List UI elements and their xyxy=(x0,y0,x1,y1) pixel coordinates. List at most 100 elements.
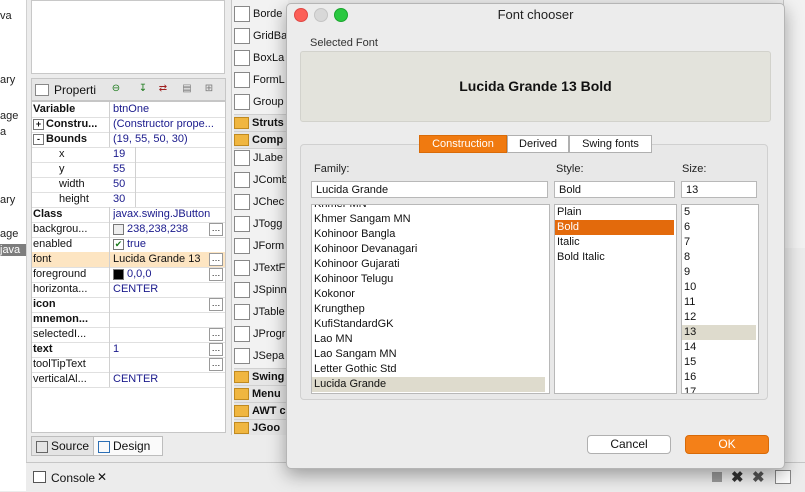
property-row[interactable]: horizonta... CENTER xyxy=(32,282,225,298)
ellipsis-button[interactable]: … xyxy=(209,328,223,341)
palette-item[interactable]: JLabe xyxy=(234,148,288,168)
property-row[interactable]: backgrou... 238,238,238… xyxy=(32,222,225,238)
style-item[interactable]: Italic xyxy=(555,235,674,250)
property-value[interactable]: CENTER xyxy=(113,282,225,297)
close-icon[interactable]: ✕ xyxy=(97,470,107,484)
family-item[interactable]: Lucida Grande xyxy=(312,377,545,392)
palette-item[interactable]: GridBa xyxy=(234,26,288,46)
style-list[interactable]: Plain Bold Italic Bold Italic xyxy=(554,204,677,394)
size-item[interactable]: 15 xyxy=(682,355,756,370)
property-row[interactable]: foreground 0,0,0… xyxy=(32,267,225,283)
remove-all-icon[interactable]: ✖ xyxy=(752,468,765,486)
size-item[interactable]: 8 xyxy=(682,250,756,265)
console-tab-label[interactable]: Console xyxy=(51,471,95,485)
ellipsis-button[interactable]: … xyxy=(209,223,223,236)
tab-source[interactable]: Source xyxy=(31,436,99,456)
property-row[interactable]: font Lucida Grande 13… xyxy=(32,252,225,268)
ellipsis-button[interactable]: … xyxy=(209,358,223,371)
left-strip-item[interactable]: ary xyxy=(0,74,15,86)
collapse-icon[interactable]: - xyxy=(33,133,44,145)
palette-item[interactable]: JSepa xyxy=(234,346,288,366)
family-item[interactable]: Kohinoor Telugu xyxy=(312,272,545,287)
family-item[interactable]: Kohinoor Gujarati xyxy=(312,257,545,272)
ellipsis-button[interactable]: … xyxy=(209,268,223,281)
style-item[interactable]: Bold Italic xyxy=(555,250,674,265)
property-value[interactable]: ✔ true xyxy=(113,237,225,252)
size-item[interactable]: 14 xyxy=(682,340,756,355)
style-item[interactable]: Bold xyxy=(555,220,674,235)
ok-button[interactable]: OK xyxy=(685,435,769,454)
property-row[interactable]: width 50 xyxy=(32,177,225,193)
property-row[interactable]: Variable btnOne xyxy=(32,102,225,118)
property-value[interactable]: javax.swing.JButton xyxy=(113,207,225,222)
property-value[interactable]: 50 xyxy=(113,177,225,192)
family-item[interactable]: KufiStandardGK xyxy=(312,317,545,332)
palette-item[interactable]: JTextF xyxy=(234,258,288,278)
size-item[interactable]: 6 xyxy=(682,220,756,235)
palette-item[interactable]: Borde xyxy=(234,4,288,24)
show-events-icon[interactable]: ⊖ xyxy=(109,82,123,96)
property-value[interactable]: 55 xyxy=(113,162,225,177)
palette-category[interactable]: AWT c xyxy=(234,402,288,420)
property-row[interactable]: - Bounds (19, 55, 50, 30) xyxy=(32,132,225,148)
left-strip-item[interactable]: a xyxy=(0,126,6,138)
family-field[interactable]: Lucida Grande xyxy=(311,181,548,198)
properties-tab-label[interactable]: Properti xyxy=(54,83,96,97)
palette-category[interactable]: Comp xyxy=(234,131,288,149)
property-value[interactable]: (19, 55, 50, 30) xyxy=(113,132,225,147)
console-menu-icon[interactable] xyxy=(775,470,791,484)
size-item[interactable]: 17 xyxy=(682,385,756,393)
family-list[interactable]: Khmer MN Khmer Sangam MN Kohinoor Bangla Ko… xyxy=(311,204,550,394)
tab-design[interactable]: Design xyxy=(93,436,163,456)
family-item[interactable]: Krungthep xyxy=(312,302,545,317)
style-field[interactable]: Bold xyxy=(554,181,675,198)
property-value[interactable]: 30 xyxy=(113,192,225,207)
palette-category[interactable]: Struts xyxy=(234,114,288,132)
property-row[interactable]: x 19 xyxy=(32,147,225,163)
property-row[interactable]: icon… xyxy=(32,297,225,313)
size-field[interactable]: 13 xyxy=(681,181,757,198)
property-value[interactable] xyxy=(113,312,225,327)
style-item[interactable]: Plain xyxy=(555,205,674,220)
family-item[interactable]: Lao MN xyxy=(312,332,545,347)
checkbox-icon[interactable]: ✔ xyxy=(113,238,124,250)
property-row[interactable]: verticalAl... CENTER xyxy=(32,372,225,388)
left-strip-item[interactable]: age xyxy=(0,228,18,240)
left-strip-item[interactable]: age xyxy=(0,110,18,122)
palette-category[interactable]: JGoo xyxy=(234,419,288,435)
expand-icon[interactable]: + xyxy=(33,118,44,130)
left-strip-item[interactable]: java xyxy=(0,244,26,256)
size-list[interactable]: 5 6 7 8 9 10 11 12 13 14 15 16 17 xyxy=(681,204,759,394)
size-item[interactable]: 12 xyxy=(682,310,756,325)
left-strip-item[interactable]: ary xyxy=(0,194,15,206)
palette-item[interactable]: JTogg xyxy=(234,214,288,234)
show-advanced-icon[interactable]: ▤ xyxy=(180,82,194,96)
property-row[interactable]: text 1… xyxy=(32,342,225,358)
palette-item[interactable]: JTable xyxy=(234,302,288,322)
property-value[interactable]: (Constructor prope... xyxy=(113,117,225,132)
tab-derived[interactable]: Derived xyxy=(507,135,569,153)
left-strip-item[interactable]: va xyxy=(0,10,12,22)
size-item[interactable]: 7 xyxy=(682,235,756,250)
palette-category[interactable]: Swing xyxy=(234,368,288,386)
palette-item[interactable]: JChec xyxy=(234,192,288,212)
family-item[interactable]: Kohinoor Devanagari xyxy=(312,242,545,257)
property-value[interactable]: 19 xyxy=(113,147,225,162)
palette-item[interactable]: JForm xyxy=(234,236,288,256)
size-item[interactable]: 11 xyxy=(682,295,756,310)
restore-default-icon[interactable]: ⊞ xyxy=(202,82,216,96)
palette-category[interactable]: Menu xyxy=(234,385,288,403)
family-item[interactable]: Letter Gothic Std xyxy=(312,362,545,377)
terminate-icon[interactable] xyxy=(712,472,722,482)
size-item[interactable]: 9 xyxy=(682,265,756,280)
tab-swing-fonts[interactable]: Swing fonts xyxy=(569,135,652,153)
palette-item[interactable]: JSpinn xyxy=(234,280,288,300)
cancel-button[interactable]: Cancel xyxy=(587,435,671,454)
property-row[interactable]: toolTipText… xyxy=(32,357,225,373)
ellipsis-button[interactable]: … xyxy=(209,253,223,266)
property-value[interactable]: CENTER xyxy=(113,372,225,387)
property-row[interactable]: selectedI...… xyxy=(32,327,225,343)
family-item[interactable]: Lao Sangam MN xyxy=(312,347,545,362)
size-item[interactable]: 13 xyxy=(682,325,756,340)
palette-item[interactable]: JProgr xyxy=(234,324,288,344)
